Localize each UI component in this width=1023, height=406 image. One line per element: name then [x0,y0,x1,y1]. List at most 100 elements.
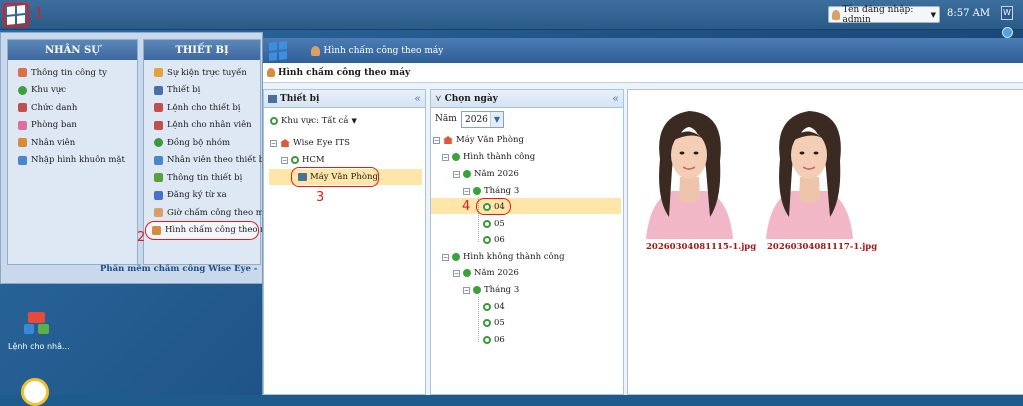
chevron-down-icon: ▼ [351,117,357,125]
menu-item-employee[interactable]: Nhân viên [8,134,137,152]
tray-app-icon[interactable] [1002,27,1013,38]
menu-item-department[interactable]: Phòng ban [8,117,137,135]
collapse-left-icon[interactable]: « [414,92,421,105]
collapse-toggle-icon[interactable]: − [281,156,288,164]
year-icon [463,170,471,178]
photo-caption: 20260304081115-1.jpg [646,242,757,252]
device-home-icon [443,136,453,144]
tree-node-hcm[interactable]: − HCM [281,155,325,165]
menu-item-title[interactable]: Chức danh [8,99,137,117]
date-tree-success-day-06[interactable]: 06 [483,235,505,245]
step-2-annotation: 2 [137,230,146,245]
portrait-image [766,111,853,239]
date-tree-root[interactable]: − Máy Văn Phòng [433,135,524,145]
attendance-photo-icon [152,225,161,235]
date-tree-success-day-05[interactable]: 05 [483,219,505,229]
year-label: Năm [435,114,457,124]
menu-item-employee-by-device[interactable]: Nhân viên theo thiết bị [144,152,267,170]
menu-item-area[interactable]: Khu vực [8,82,137,100]
collapse-toggle-icon[interactable]: − [453,269,460,277]
sync-icon [154,138,163,148]
device-icon [154,85,163,95]
collapse-toggle-icon[interactable]: − [433,136,440,144]
word-tray-icon[interactable]: W [1001,6,1013,20]
month-icon [473,187,481,195]
collapse-toggle-icon[interactable]: − [442,253,449,261]
menu-column-thiet-bi: THIẾT BỊ Sự kiện trực tuyến Thiết bị Lện… [143,39,278,265]
menu-item-employee-command[interactable]: Lệnh cho nhân viên [144,117,260,135]
area-filter-label: Khu vực: Tất cả [281,116,349,126]
windows-logo-icon[interactable] [269,40,287,61]
menu-item-company-info[interactable]: Thông tin công ty [8,64,137,82]
collapse-toggle-icon[interactable]: − [442,153,449,161]
menu-item-online-events[interactable]: Sự kiện trực tuyến [144,64,260,82]
day-icon [483,236,491,244]
menu-item-device-info[interactable]: Thông tin thiết bị [144,169,260,187]
step-3-highlight [291,167,379,187]
desktop-clock-icon[interactable] [21,378,49,406]
menu-item-group-sync[interactable]: Đồng bộ nhóm [144,134,260,152]
menu-item-attendance-photo[interactable]: Hình chấm công theo máy [145,220,278,240]
collapse-toggle-icon[interactable]: − [463,187,470,195]
year-value: 2026 [465,114,488,125]
tree-area-label: HCM [302,155,325,165]
menu-item-face-import[interactable]: Nhập hình khuôn mặt [8,152,137,170]
tree-guide-line [478,297,479,342]
filter-icon: ⋎ [435,93,442,104]
user-icon [832,9,840,20]
success-month-label: Tháng 3 [484,186,520,196]
fail-icon [452,253,460,261]
date-tree-success-year[interactable]: − Năm 2026 [453,169,519,179]
collapse-toggle-icon[interactable]: − [453,170,460,178]
attendance-time-icon [154,208,163,218]
menu-item-device[interactable]: Thiết bị [144,82,260,100]
date-tree-fail-day-05[interactable]: 05 [483,318,505,328]
company-icon [280,139,290,147]
collapse-left-icon[interactable]: « [612,92,619,105]
device-pane-title: Thiết bị [280,93,320,104]
menu-header-nhan-su: NHÂN SỰ [8,40,137,60]
login-dropdown[interactable]: Tên đăng nhập: admin ▼ [828,5,940,25]
collapse-toggle-icon[interactable]: − [463,286,470,294]
app-tab[interactable]: Hình chấm công theo máy [263,63,1023,83]
events-icon [154,68,163,78]
fail-day-label: 04 [494,302,505,312]
date-tree-fail-year[interactable]: − Năm 2026 [453,268,519,278]
date-tree-fail-month[interactable]: − Tháng 3 [463,285,519,295]
date-tree-fail-day-06[interactable]: 06 [483,335,505,345]
date-tree-success[interactable]: − Hình thành công [442,152,535,162]
collapse-toggle-icon[interactable]: − [270,139,277,147]
menu-item-remote-register[interactable]: Đăng ký từ xa [144,187,260,205]
department-icon [18,120,27,130]
employee-device-icon [154,155,163,165]
windows-logo-icon [7,5,25,25]
start-button[interactable] [3,3,29,27]
desktop-command-icon[interactable] [24,312,50,336]
step-3-annotation: 3 [316,190,325,205]
date-tree-success-month[interactable]: − Tháng 3 [463,186,519,196]
date-tree-fail[interactable]: − Hình không thành công [442,252,565,262]
taskbar: 1 Tên đăng nhập: admin ▼ 8:57 AM W [0,0,1023,38]
app-window-title: Hình chấm công theo máy [323,45,444,56]
employee-command-icon [154,120,163,130]
device-pane-icon [268,94,277,103]
fail-label: Hình không thành công [463,252,565,262]
tab-icon [267,68,275,77]
menu-item-attendance-time[interactable]: Giờ chấm công theo máy [144,204,274,222]
command-icon [154,103,163,113]
fail-day-label: 06 [494,335,505,345]
tree-node-root[interactable]: − Wise Eye ITS [270,138,350,148]
year-select[interactable]: 2026 ▼ [461,111,504,128]
step-4-annotation: 4 [462,199,471,214]
date-tree-fail-day-04[interactable]: 04 [483,302,505,312]
menu-header-thiet-bi: THIẾT BỊ [144,40,260,60]
year-icon [463,269,471,277]
attendance-photo[interactable] [756,99,863,239]
menu-item-device-command[interactable]: Lệnh cho thiết bị [144,99,260,117]
company-icon [18,68,27,78]
area-filter[interactable]: Khu vực: Tất cả ▼ [270,116,357,126]
attendance-photo[interactable] [636,99,743,239]
day-icon [483,303,491,311]
success-day-label: 05 [494,219,505,229]
title-icon [18,103,27,113]
